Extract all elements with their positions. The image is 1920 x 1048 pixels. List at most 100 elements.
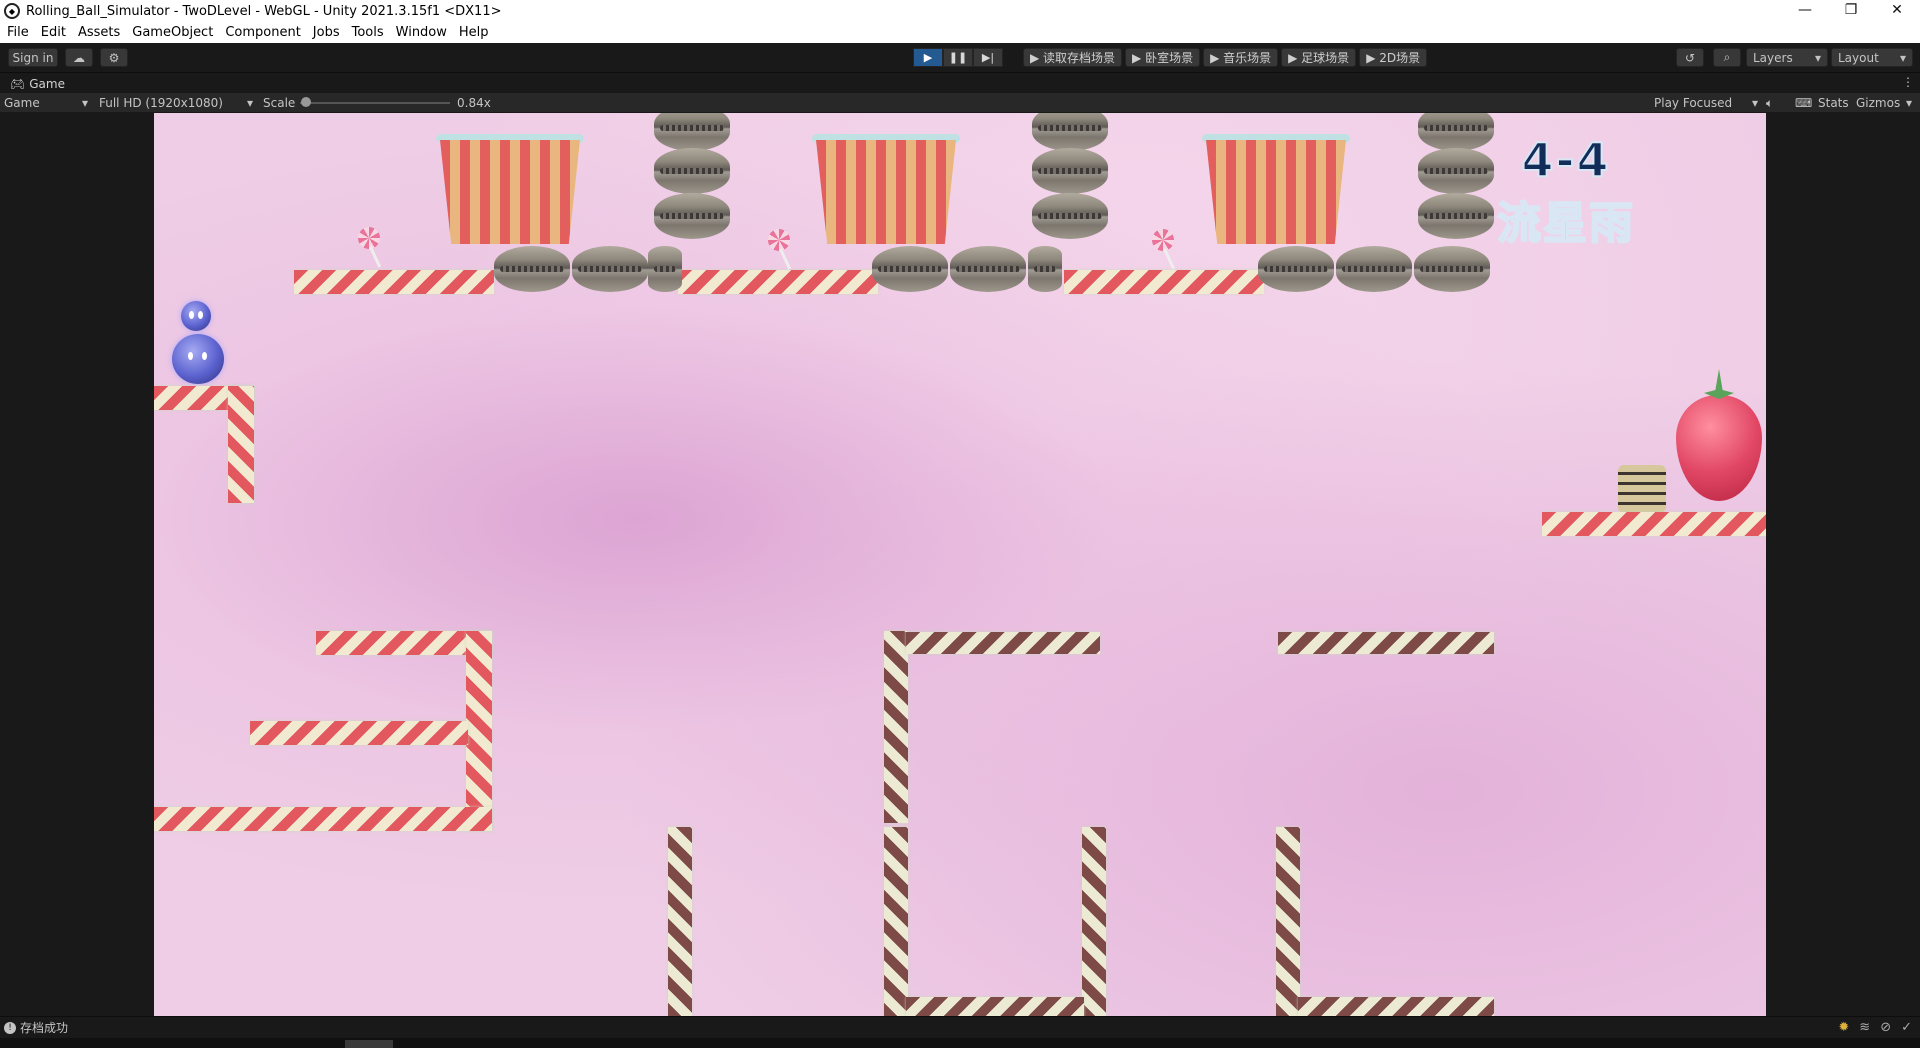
chevron-down-icon: ▾ bbox=[1814, 50, 1821, 65]
macaron-block bbox=[872, 246, 948, 292]
status-message[interactable]: 存档成功 bbox=[20, 1019, 68, 1036]
scene-button-2d[interactable]: ▶ 2D场景 bbox=[1359, 48, 1428, 67]
tab-game[interactable]: 🎮︎ Game bbox=[4, 75, 71, 93]
display-label: Game bbox=[4, 96, 40, 110]
candy-wall bbox=[668, 827, 692, 1016]
layout-label: Layout bbox=[1838, 50, 1879, 65]
search-icon[interactable]: ⌕ bbox=[1713, 48, 1741, 67]
play-mode-dropdown[interactable]: Play Focused ▾ bbox=[1654, 93, 1758, 113]
scene-button-bedroom[interactable]: ▶ 卧室场景 bbox=[1125, 48, 1201, 67]
network-icon[interactable]: ⊘ bbox=[1880, 1020, 1891, 1035]
candy-platform bbox=[1064, 270, 1264, 294]
candy-platform bbox=[1278, 632, 1494, 654]
cache-server-icon[interactable]: ≋ bbox=[1859, 1020, 1870, 1035]
play-button[interactable]: ▶ bbox=[913, 48, 943, 67]
resolution-label: Full HD (1920x1080) bbox=[99, 96, 223, 110]
check-icon[interactable]: ✓ bbox=[1901, 1020, 1912, 1035]
macaron-block bbox=[1258, 246, 1334, 292]
close-icon[interactable]: ✕ bbox=[1874, 0, 1920, 22]
mute-audio-icon[interactable]: 🔈︎ bbox=[1766, 93, 1773, 113]
chevron-down-icon: ▾ bbox=[246, 96, 253, 110]
scene-button-music[interactable]: ▶ 音乐场景 bbox=[1203, 48, 1279, 67]
popcorn-bucket bbox=[816, 140, 956, 244]
display-dropdown[interactable]: Game ▾ bbox=[4, 93, 88, 113]
strawberry-goal bbox=[1676, 395, 1762, 501]
level-title: 4-4 流星雨 bbox=[1496, 132, 1635, 251]
layout-dropdown[interactable]: Layout ▾ bbox=[1831, 48, 1913, 67]
menu-gameobject[interactable]: GameObject bbox=[126, 25, 219, 40]
bug-icon[interactable]: ✹ bbox=[1838, 1020, 1849, 1035]
spool-block bbox=[1618, 465, 1666, 513]
minimize-icon[interactable]: — bbox=[1782, 0, 1828, 22]
menu-help[interactable]: Help bbox=[453, 25, 495, 40]
restore-icon[interactable]: ❐ bbox=[1828, 0, 1874, 22]
candy-platform bbox=[1298, 997, 1494, 1016]
candy-wall bbox=[884, 631, 908, 823]
scale-slider-handle[interactable] bbox=[301, 97, 311, 107]
history-icon[interactable]: ↺ bbox=[1676, 48, 1704, 67]
tab-bar: 🎮︎ Game ⋮ bbox=[0, 73, 1920, 93]
candy-wall bbox=[884, 827, 908, 1016]
pause-button[interactable]: ❚❚ bbox=[943, 48, 973, 67]
macaron-block bbox=[494, 246, 570, 292]
macaron-block bbox=[1418, 193, 1494, 239]
menu-window[interactable]: Window bbox=[390, 25, 453, 40]
cloud-icon[interactable]: ☁ bbox=[65, 48, 93, 67]
level-number: 4-4 bbox=[1520, 132, 1611, 188]
lollipop-pickup bbox=[358, 227, 382, 268]
scene-button-load-save[interactable]: ▶ 读取存档场景 bbox=[1023, 48, 1123, 67]
candy-platform bbox=[906, 632, 1100, 654]
menu-component[interactable]: Component bbox=[219, 25, 306, 40]
menu-assets[interactable]: Assets bbox=[72, 25, 126, 40]
macaron-block bbox=[950, 246, 1026, 292]
gizmos-button[interactable]: Gizmos bbox=[1856, 93, 1900, 113]
window-titlebar: ◆ Rolling_Ball_Simulator - TwoDLevel - W… bbox=[0, 0, 1920, 22]
scale-label: Scale bbox=[263, 96, 296, 110]
play-controls: ▶ ❚❚ ▶| bbox=[913, 48, 1003, 67]
unity-logo-icon: ◆ bbox=[4, 3, 20, 19]
menu-bar: File Edit Assets GameObject Component Jo… bbox=[0, 22, 1920, 43]
window-controls: — ❐ ✕ bbox=[1782, 0, 1920, 22]
scale-value: 0.84x bbox=[457, 96, 491, 110]
menu-file[interactable]: File bbox=[0, 25, 35, 40]
lollipop-pickup bbox=[768, 229, 792, 270]
popcorn-bucket bbox=[440, 140, 580, 244]
tab-menu-icon[interactable]: ⋮ bbox=[1902, 75, 1914, 89]
stats-button[interactable]: Stats bbox=[1818, 93, 1849, 113]
candy-platform bbox=[1542, 512, 1766, 536]
scale-slider-track[interactable] bbox=[300, 102, 450, 104]
scene-shortcuts: ▶ 读取存档场景 ▶ 卧室场景 ▶ 音乐场景 ▶ 足球场景 ▶ 2D场景 bbox=[1023, 48, 1428, 67]
candy-platform bbox=[678, 270, 878, 294]
player-ball bbox=[172, 334, 224, 384]
layers-dropdown[interactable]: Layers ▾ bbox=[1746, 48, 1828, 67]
tab-game-label: Game bbox=[29, 77, 65, 91]
macaron-block bbox=[1032, 113, 1108, 151]
game-view-toolbar: Game ▾ Full HD (1920x1080) ▾ Scale 0.84x… bbox=[0, 93, 1920, 113]
menu-edit[interactable]: Edit bbox=[35, 25, 72, 40]
macaron-block bbox=[1032, 148, 1108, 194]
chevron-down-icon[interactable]: ▾ bbox=[1906, 93, 1912, 113]
macaron-block bbox=[1032, 193, 1108, 239]
candy-platform bbox=[154, 807, 492, 831]
player-ball-small bbox=[181, 301, 211, 331]
macaron-block bbox=[1414, 246, 1490, 292]
collab-icon[interactable]: ⚙ bbox=[100, 48, 128, 67]
candy-wall bbox=[1082, 827, 1106, 1016]
macaron-block bbox=[1418, 113, 1494, 151]
gamepad-icon: 🎮︎ bbox=[10, 77, 26, 91]
level-name: 流星雨 bbox=[1496, 197, 1635, 250]
candy-wall bbox=[228, 386, 254, 503]
layers-label: Layers bbox=[1753, 50, 1793, 65]
status-bar: ! 存档成功 ✹ ≋ ⊘ ✓ bbox=[0, 1016, 1920, 1038]
menu-jobs[interactable]: Jobs bbox=[307, 25, 346, 40]
step-button[interactable]: ▶| bbox=[973, 48, 1003, 67]
lollipop-pickup bbox=[1152, 229, 1176, 270]
menu-tools[interactable]: Tools bbox=[346, 25, 390, 40]
candy-platform bbox=[250, 721, 468, 745]
resolution-dropdown[interactable]: Full HD (1920x1080) ▾ bbox=[99, 93, 253, 113]
sign-in-button[interactable]: Sign in bbox=[8, 48, 58, 67]
keyboard-icon[interactable]: ⌨ bbox=[1795, 93, 1812, 113]
game-canvas[interactable]: 4-4 流星雨 bbox=[154, 113, 1766, 1016]
scene-button-football[interactable]: ▶ 足球场景 bbox=[1281, 48, 1357, 67]
candy-platform bbox=[294, 270, 494, 294]
